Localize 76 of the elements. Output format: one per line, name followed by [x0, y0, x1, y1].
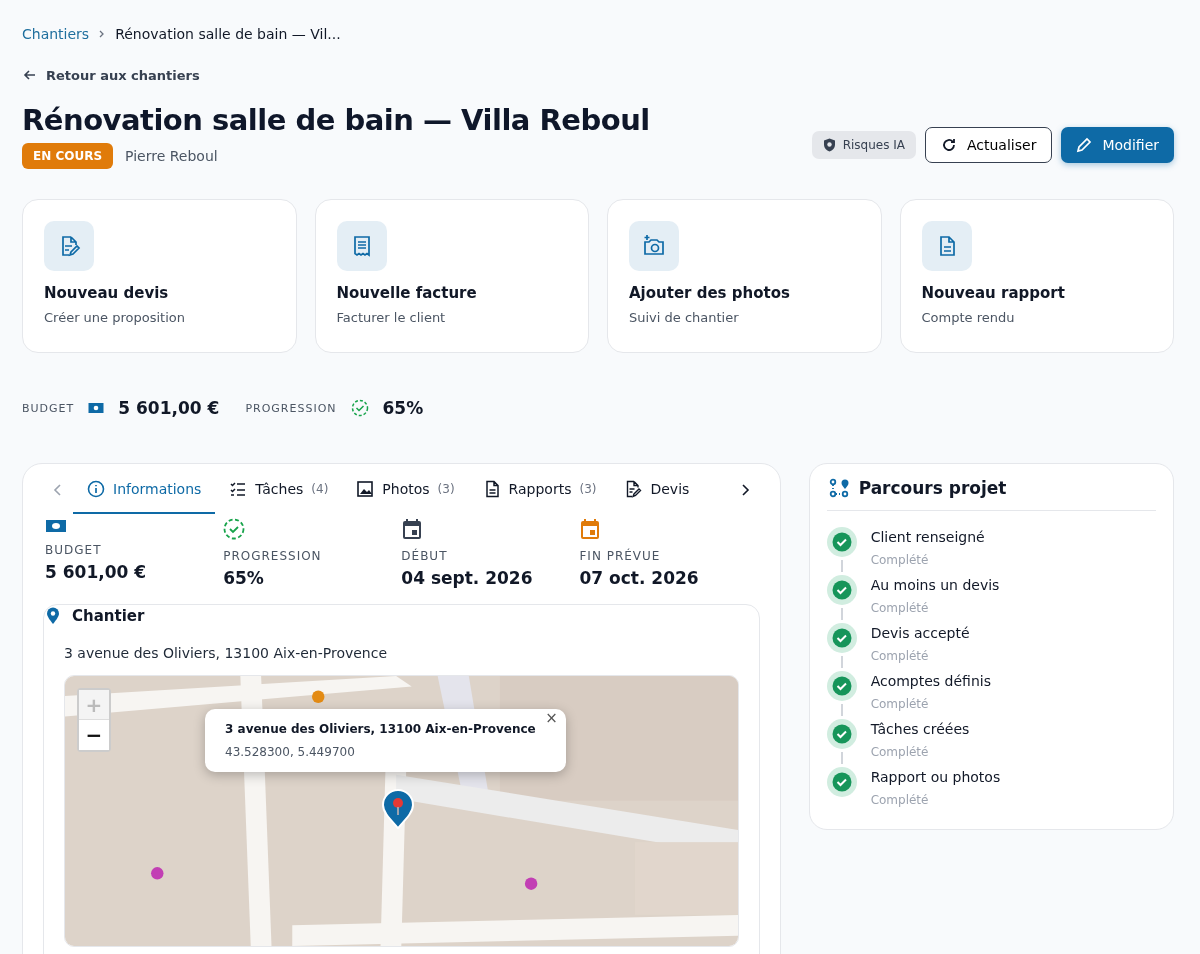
stat-label: FIN PRÉVUE [579, 549, 661, 563]
step-label: Tâches créées [870, 721, 970, 737]
stat-value: 5 601,00 € [45, 562, 147, 582]
card-title: Parcours projet [858, 478, 1007, 498]
quick-action-card[interactable]: Nouveau devis Créer une proposition [22, 199, 297, 353]
stat-label: BUDGET [45, 543, 102, 557]
step-label: Au moins un devis [870, 577, 1000, 593]
camera-icon [629, 221, 679, 271]
tab[interactable]: Rapports (3) [468, 466, 611, 514]
step-label: Acomptes définis [870, 673, 991, 689]
document-icon [921, 221, 972, 271]
tab[interactable]: Informations [73, 466, 216, 514]
map-marker-icon [381, 789, 415, 829]
risk-button[interactable]: Risques IA [811, 131, 916, 159]
document-edit-icon [44, 221, 94, 271]
checklist-icon [229, 480, 248, 498]
summary-value: 65% [382, 398, 424, 418]
step-status: Complété [870, 745, 930, 759]
step-status: Complété [870, 649, 930, 663]
card-subtitle: Compte rendu [921, 310, 1016, 325]
stat-value: 04 sept. 2026 [401, 568, 533, 588]
section-title: Chantier [72, 607, 145, 625]
back-link[interactable]: Retour aux chantiers [22, 67, 200, 83]
calendar-icon [401, 518, 424, 540]
shield-icon [822, 138, 836, 152]
image-icon [356, 480, 375, 498]
progress-check-icon [350, 399, 369, 417]
edit-button[interactable]: Modifier [1061, 127, 1174, 163]
banknote-icon [88, 402, 105, 414]
banknote-icon [45, 518, 67, 534]
quick-action-card[interactable]: Nouvelle facture Facturer le client [314, 199, 589, 353]
summary-label: BUDGET [22, 401, 75, 415]
popup-coordinates: 43.528300, 5.449700 [225, 744, 356, 759]
quick-action-card[interactable]: Nouveau rapport Compte rendu [899, 199, 1174, 353]
client-name: Pierre Reboul [125, 148, 218, 164]
card-title: Nouveau devis [44, 284, 170, 302]
pencil-icon [1076, 137, 1093, 153]
step-status: Complété [870, 697, 930, 711]
close-button[interactable]: × [541, 709, 562, 728]
summary-label: PROGRESSION [245, 401, 337, 415]
site-address: 3 avenue des Oliviers, 13100 Aix-en-Provence [64, 645, 389, 661]
step-label: Devis accepté [870, 625, 970, 641]
tab[interactable]: Tâches (4) [215, 466, 343, 514]
popup-title: 3 avenue des Oliviers, 13100 Aix-en-Provence [225, 722, 536, 738]
route-icon [828, 478, 849, 498]
step-label: Client renseigné [870, 529, 985, 545]
card-subtitle: Créer une proposition [44, 310, 186, 325]
step-label: Rapport ou photos [870, 769, 1001, 785]
card-title: Ajouter des photos [629, 284, 791, 302]
stat-label: DÉBUT [401, 549, 448, 563]
page-title: Rénovation salle de bain — Villa Reboul [22, 103, 650, 137]
refresh-icon [940, 137, 957, 153]
location-pin-icon [46, 607, 60, 625]
card-subtitle: Suivi de chantier [629, 310, 740, 325]
calendar-icon [579, 518, 602, 540]
receipt-icon [336, 221, 387, 271]
status-badge: EN COURS [22, 143, 114, 169]
stat-value: 07 oct. 2026 [579, 568, 699, 588]
stat-value: 65% [223, 568, 264, 588]
summary-value: 5 601,00 € [118, 398, 220, 418]
info-icon [87, 480, 105, 498]
card-title: Nouveau rapport [921, 284, 1066, 302]
quick-action-card[interactable]: Ajouter des photos Suivi de chantier [607, 199, 882, 353]
document-edit-icon [624, 480, 643, 498]
step-status: Complété [870, 553, 930, 567]
progress-check-icon [223, 518, 246, 540]
stat-label: PROGRESSION [223, 549, 322, 563]
tab[interactable]: Photos (3) [342, 466, 469, 514]
card-subtitle: Facturer le client [336, 310, 447, 325]
step-status: Complété [870, 601, 930, 615]
card-title: Nouvelle facture [336, 284, 478, 302]
breadcrumb-current: Rénovation salle de bain — Vil... [115, 26, 341, 42]
refresh-button[interactable]: Actualiser [924, 127, 1053, 163]
step-status: Complété [870, 793, 930, 807]
tab[interactable]: Devis [610, 466, 704, 514]
breadcrumb-link[interactable]: Chantiers [22, 26, 90, 42]
